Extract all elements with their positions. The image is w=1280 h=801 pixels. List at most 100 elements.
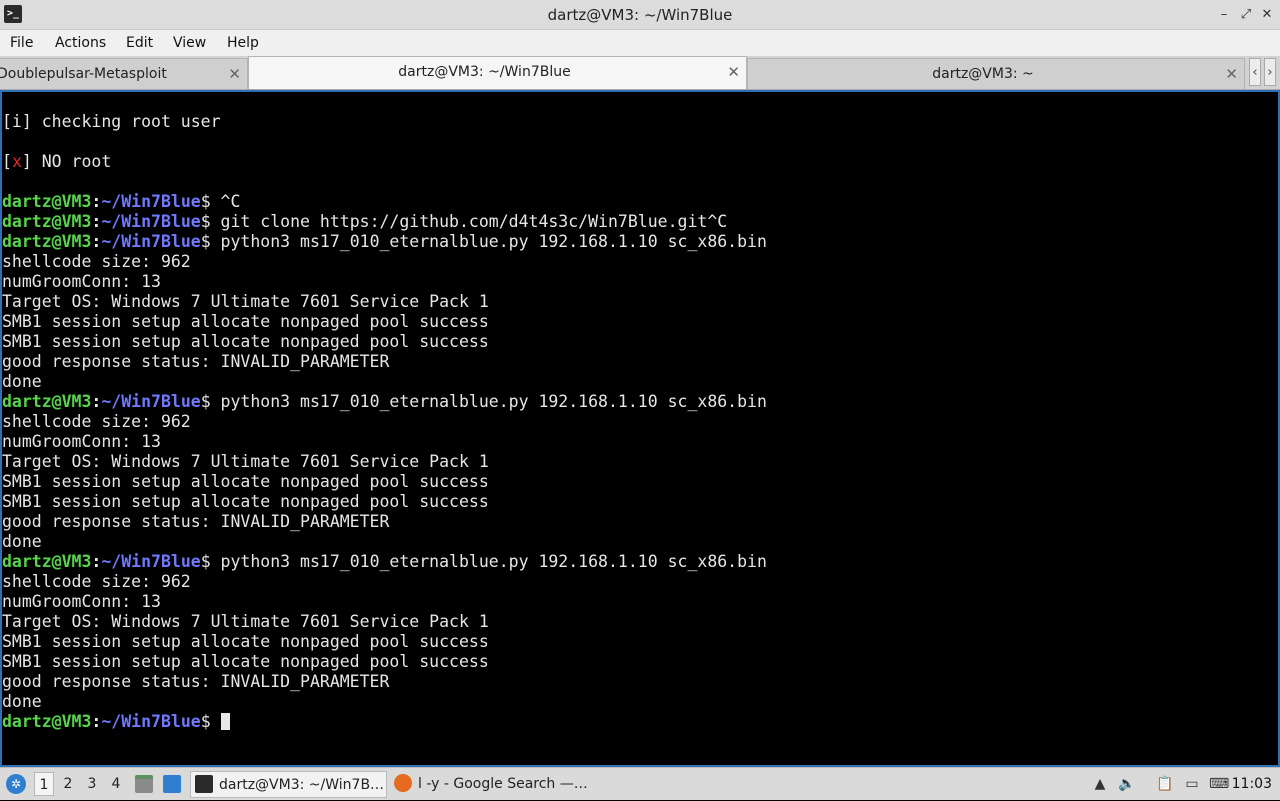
tab-label: Doublepulsar-Metasploit [0, 66, 167, 82]
clipboard-icon[interactable]: 📋 [1155, 774, 1175, 794]
output-line: SMB1 session setup allocate nonpaged poo… [2, 332, 489, 351]
output-line: Target OS: Windows 7 Ultimate 7601 Servi… [2, 612, 489, 631]
terminal-view[interactable]: [i] checking root user [x] NO root dartz… [0, 90, 1280, 767]
prompt-line: dartz@VM3:~/Win7Blue$ git clone https://… [2, 212, 767, 232]
prompt-separator: : [91, 232, 102, 251]
prompt-separator: : [91, 552, 102, 571]
tab-win7blue[interactable]: dartz@VM3: ~/Win7Blue ✕ [248, 56, 747, 89]
command-text: python3 ms17_010_eternalblue.py 192.168.… [210, 552, 767, 571]
maximize-button[interactable]: ⤢ [1236, 5, 1256, 25]
prompt-user: dartz@VM3 [2, 552, 92, 571]
prompt-path: ~/Win7Blue [101, 392, 201, 411]
output-line: Target OS: Windows 7 Ultimate 7601 Servi… [2, 292, 489, 311]
prompt-symbol: $ [200, 212, 211, 231]
output-line: good response status: INVALID_PARAMETER [2, 352, 390, 371]
prompt-separator: : [91, 712, 102, 731]
task-firefox[interactable]: l -y - Google Search —… [390, 771, 590, 798]
error-mark: x [11, 152, 22, 171]
output-line: numGroomConn: 13 [2, 272, 161, 291]
menu-help[interactable]: Help [227, 30, 259, 56]
tray-arrow-icon[interactable]: ▲ [1090, 774, 1110, 794]
output-line: shellcode size: 962 [2, 252, 191, 271]
text-cursor [220, 713, 230, 730]
output-line: shellcode size: 962 [2, 412, 191, 431]
network-icon[interactable]: ▭ [1182, 774, 1202, 794]
workspace-3[interactable]: 3 [82, 772, 102, 796]
firefox-icon [394, 774, 412, 792]
prompt-user: dartz@VM3 [2, 392, 92, 411]
prompt-separator: : [91, 192, 102, 211]
prompt-symbol: $ [200, 712, 211, 731]
start-menu-icon[interactable]: ✲ [6, 774, 26, 794]
menu-view[interactable]: View [173, 30, 206, 56]
output-line: done [2, 532, 42, 551]
prompt-user: dartz@VM3 [2, 192, 92, 211]
output-line: SMB1 session setup allocate nonpaged poo… [2, 652, 489, 671]
workspace-1[interactable]: 1 [34, 772, 54, 796]
command-text: git clone https://github.com/d4t4s3c/Win… [210, 212, 728, 231]
command-text: ^C [210, 192, 241, 211]
prompt-line: dartz@VM3:~/Win7Blue$ python3 ms17_010_e… [2, 232, 767, 252]
volume-icon[interactable]: 🔈 [1117, 774, 1137, 794]
minimize-button[interactable]: – [1214, 5, 1234, 25]
prompt-path: ~/Win7Blue [101, 232, 201, 251]
tab-close-icon[interactable]: ✕ [1225, 59, 1238, 89]
prompt-path: ~/Win7Blue [101, 192, 201, 211]
tab-label: dartz@VM3: ~/Win7Blue [398, 64, 571, 80]
output-line: numGroomConn: 13 [2, 592, 161, 611]
task-label: dartz@VM3: ~/Win7B… [219, 777, 385, 793]
tab-label: dartz@VM3: ~ [932, 66, 1034, 82]
prompt-line: dartz@VM3:~/Win7Blue$ python3 ms17_010_e… [2, 392, 767, 412]
prompt-separator: : [91, 392, 102, 411]
menu-file[interactable]: File [10, 30, 33, 56]
output-line: done [2, 692, 42, 711]
tab-close-icon[interactable]: ✕ [228, 59, 241, 89]
prompt-path: ~/Win7Blue [101, 552, 201, 571]
tab-scroll-left-icon[interactable]: ‹ [1249, 58, 1261, 86]
output-line: Target OS: Windows 7 Ultimate 7601 Servi… [2, 452, 489, 471]
output-line: SMB1 session setup allocate nonpaged poo… [2, 492, 489, 511]
output-line: SMB1 session setup allocate nonpaged poo… [2, 472, 489, 491]
output-line: done [2, 372, 42, 391]
clock[interactable]: 11:03 [1232, 768, 1272, 801]
prompt-line: dartz@VM3:~/Win7Blue$ python3 ms17_010_e… [2, 552, 767, 572]
tab-doublepulsar[interactable]: Doublepulsar-Metasploit ✕ [0, 58, 248, 89]
terminal-icon [195, 775, 213, 793]
terminal-line: [x] NO root [2, 152, 112, 171]
file-manager-icon[interactable] [135, 775, 153, 793]
show-desktop-icon[interactable] [163, 775, 181, 793]
output-line: SMB1 session setup allocate nonpaged poo… [2, 632, 489, 651]
prompt-user: dartz@VM3 [2, 712, 92, 731]
prompt-user: dartz@VM3 [2, 232, 92, 251]
output-line: SMB1 session setup allocate nonpaged poo… [2, 312, 489, 331]
menu-edit[interactable]: Edit [126, 30, 153, 56]
output-line: good response status: INVALID_PARAMETER [2, 672, 390, 691]
close-button[interactable]: ✕ [1257, 5, 1277, 25]
menu-actions[interactable]: Actions [55, 30, 106, 56]
task-label: l -y - Google Search —… [418, 776, 588, 792]
tab-bar: Doublepulsar-Metasploit ✕ dartz@VM3: ~/W… [0, 56, 1280, 90]
prompt-line-current: dartz@VM3:~/Win7Blue$ [2, 712, 767, 732]
title-bar: >_ dartz@VM3: ~/Win7Blue – ⤢ ✕ [0, 0, 1280, 30]
prompt-separator: : [91, 212, 102, 231]
taskbar: ✲ 1 2 3 4 dartz@VM3: ~/Win7B… l -y - Goo… [0, 767, 1280, 800]
window-title: dartz@VM3: ~/Win7Blue [547, 6, 733, 24]
output-line: good response status: INVALID_PARAMETER [2, 512, 390, 531]
prompt-line: dartz@VM3:~/Win7Blue$ ^C [2, 192, 767, 212]
task-terminal[interactable]: dartz@VM3: ~/Win7B… [190, 771, 387, 798]
tab-close-icon[interactable]: ✕ [727, 57, 740, 87]
prompt-symbol: $ [200, 392, 211, 411]
keyboard-icon[interactable]: ⌨ [1209, 774, 1229, 794]
prompt-path: ~/Win7Blue [101, 212, 201, 231]
workspace-2[interactable]: 2 [58, 772, 78, 796]
terminal-output: [i] checking root user [x] NO root dartz… [2, 112, 767, 732]
tab-scroll-right-icon[interactable]: › [1264, 58, 1276, 86]
prompt-symbol: $ [200, 552, 211, 571]
command-text: python3 ms17_010_eternalblue.py 192.168.… [210, 392, 767, 411]
workspace-4[interactable]: 4 [106, 772, 126, 796]
prompt-path: ~/Win7Blue [101, 712, 201, 731]
tab-home[interactable]: dartz@VM3: ~ ✕ [747, 58, 1245, 89]
output-line: shellcode size: 962 [2, 572, 191, 591]
terminal-line: [i] checking root user [2, 112, 221, 131]
prompt-symbol: $ [200, 232, 211, 251]
